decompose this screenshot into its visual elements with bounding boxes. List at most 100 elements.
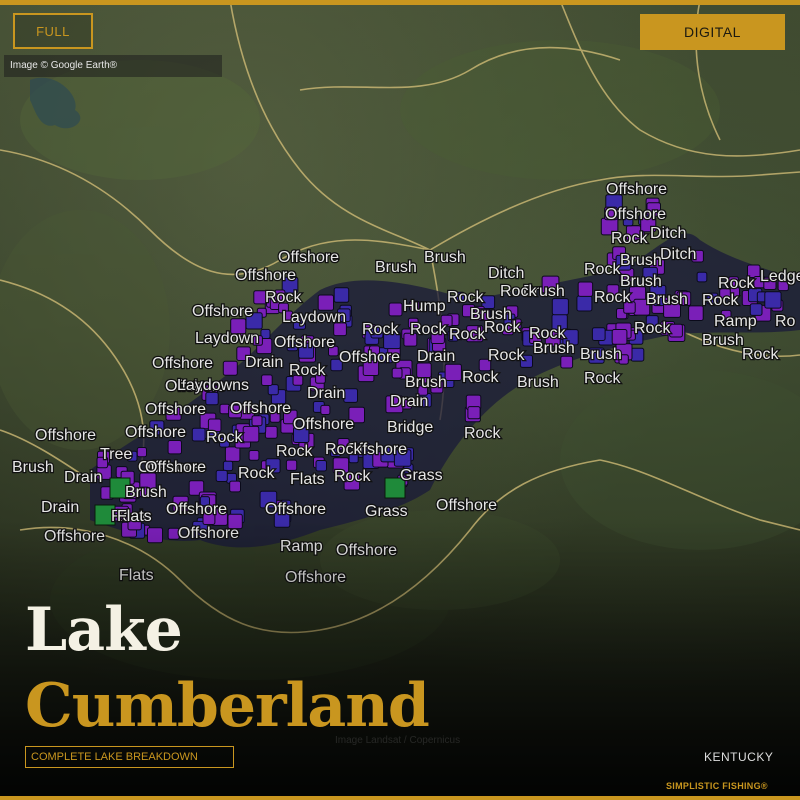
map-label: Offshore <box>605 206 666 223</box>
map-label: Rock <box>718 275 755 292</box>
brand-label: SIMPLISTIC FISHING® <box>666 781 768 791</box>
map-label: Ramp <box>714 313 757 330</box>
map-label: Offshore <box>606 181 667 198</box>
map-label: Ledge <box>760 268 800 285</box>
map-label: Brush <box>646 291 688 308</box>
map-label: Brush <box>517 374 559 391</box>
marker-icon <box>222 460 234 472</box>
marker-icon <box>467 406 481 420</box>
map-label: Bridge <box>387 419 433 436</box>
map-label: Brush <box>405 374 447 391</box>
map-label: Grass <box>400 467 443 484</box>
bottom-border <box>0 796 800 800</box>
map-label: Rock <box>276 443 313 460</box>
map-label: Brush <box>375 259 417 276</box>
map-label: Drain <box>417 348 455 365</box>
map-label: Rock <box>584 370 621 387</box>
marker-icon <box>267 384 279 396</box>
marker-icon <box>222 360 238 376</box>
map-label: Drain <box>64 469 102 486</box>
map-label: Rock <box>488 347 525 364</box>
marker-icon <box>696 271 708 283</box>
map-label: Laydown <box>282 309 346 326</box>
map-label: Ditch <box>650 225 686 242</box>
map-label: Brush <box>620 273 662 290</box>
map-label: Brush <box>580 346 622 363</box>
map-label: Rock <box>334 468 371 485</box>
map-label: Hump <box>403 298 446 315</box>
full-button[interactable]: FULL <box>13 13 93 49</box>
map-label: Grass <box>365 503 408 520</box>
marker-icon <box>248 450 260 461</box>
map-label: Rock <box>464 425 501 442</box>
map-label: Laydowns <box>177 377 249 394</box>
map-label: Rock <box>362 321 399 338</box>
map-label: Brush <box>620 252 662 269</box>
marker-icon <box>388 302 403 317</box>
marker-icon <box>611 329 628 345</box>
map-label: Rock <box>702 292 739 309</box>
title-line-cumberland: Cumberland <box>25 671 430 741</box>
map-label: Drain <box>307 385 345 402</box>
marker-icon <box>577 281 594 297</box>
marker-icon <box>576 295 593 312</box>
subtitle-badge: COMPLETE LAKE BREAKDOWN <box>25 746 234 768</box>
marker-icon <box>264 425 278 439</box>
map-label: Offshore <box>125 424 186 441</box>
marker-icon <box>242 425 260 443</box>
marker-icon <box>343 388 358 403</box>
marker-icon <box>560 355 574 369</box>
map-label: Rock <box>584 261 621 278</box>
map-label: Rock <box>206 429 243 446</box>
marker-icon <box>444 363 462 382</box>
map-label: Rock <box>410 321 447 338</box>
marker-icon <box>215 469 228 482</box>
map-label: Drain <box>41 499 79 516</box>
map-label: Rock <box>742 346 779 363</box>
map-canvas: Offshore Offshore Ditch Rock Ditch Rock Brush R… <box>0 0 800 800</box>
marker-icon <box>391 367 403 379</box>
marker-icon <box>551 298 569 316</box>
map-label: Drain <box>245 354 283 371</box>
marker-icon <box>591 327 606 341</box>
marker-icon <box>630 347 645 362</box>
title-line-lake: Lake <box>25 595 183 665</box>
marker-icon <box>251 415 263 427</box>
marker-icon <box>136 447 148 458</box>
map-label: Offshore <box>339 349 400 366</box>
map-label: Offshore <box>265 501 326 518</box>
map-label: Offshore <box>274 334 335 351</box>
marker-icon <box>764 291 782 309</box>
map-label: Offshore <box>293 416 354 433</box>
marker-icon <box>167 440 183 455</box>
map-label: Offshore <box>436 497 497 514</box>
marker-icon <box>317 294 335 311</box>
marker-icon <box>261 374 273 386</box>
map-label: Brush <box>702 332 744 349</box>
map-label: Brush <box>125 484 167 501</box>
map-label: Brush <box>424 249 466 266</box>
map-label: Tree <box>100 446 132 463</box>
digital-button[interactable]: DIGITAL <box>640 14 785 50</box>
map-label: Offshore <box>152 355 213 372</box>
marker-icon <box>688 305 704 321</box>
marker-icon <box>315 460 327 472</box>
map-label: Ditch <box>660 246 696 263</box>
map-label: Rock <box>634 320 671 337</box>
map-label: Drain <box>390 393 428 410</box>
map-label: Offshore <box>166 501 227 518</box>
map-label: Flats <box>290 471 325 488</box>
map-label: Rock <box>447 289 484 306</box>
marker-icon <box>224 446 241 462</box>
marker-icon <box>191 427 206 442</box>
map-label: Offshore <box>235 267 296 284</box>
map-label: Brush <box>12 459 54 476</box>
map-label: Offshore <box>145 459 206 476</box>
marker-icon <box>333 287 350 303</box>
map-label: Rock <box>462 369 499 386</box>
map-label: Offshore <box>230 400 291 417</box>
map-label: Rock <box>500 283 537 300</box>
marker-icon <box>219 403 230 415</box>
map-label: Offshore <box>192 303 253 320</box>
map-label: Rock <box>289 362 326 379</box>
